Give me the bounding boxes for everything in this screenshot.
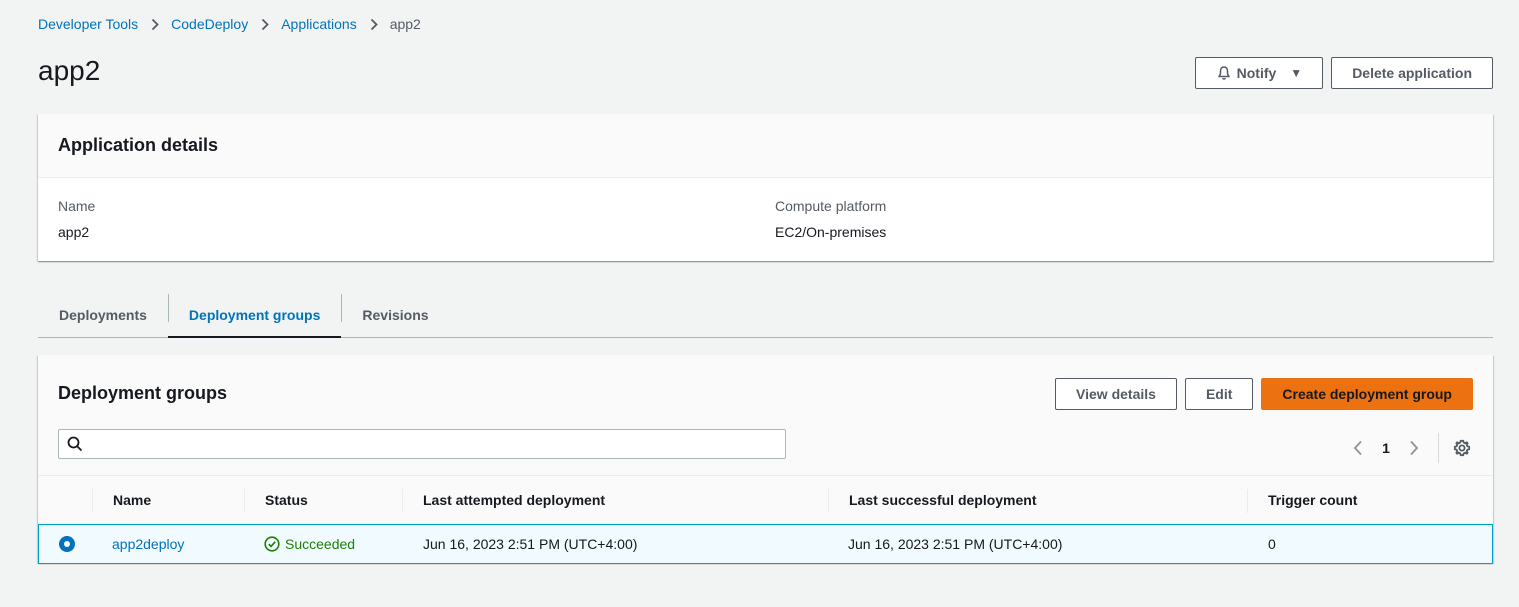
row-trigger-count-cell: 0 xyxy=(1268,536,1276,552)
column-divider xyxy=(1247,489,1248,513)
column-divider xyxy=(92,489,93,513)
page-number[interactable]: 1 xyxy=(1372,437,1400,459)
column-header-status[interactable]: Status xyxy=(265,476,308,524)
notify-button[interactable]: Notify ▼ xyxy=(1194,57,1324,89)
chevron-right-icon xyxy=(1409,440,1419,456)
search-box xyxy=(58,429,786,459)
column-divider xyxy=(828,489,829,513)
create-deployment-group-button[interactable]: Create deployment group xyxy=(1261,378,1473,410)
application-details-title: Application details xyxy=(58,135,219,155)
deployment-groups-header: Deployment groups View details Edit Crea… xyxy=(38,355,1493,475)
status-text: Succeeded xyxy=(285,536,356,552)
row-last-attempted-cell: Jun 16, 2023 2:51 PM (UTC+4:00) xyxy=(423,536,638,552)
column-header-last-attempted[interactable]: Last attempted deployment xyxy=(423,476,605,524)
column-header-last-successful[interactable]: Last successful deployment xyxy=(849,476,1037,524)
edit-button[interactable]: Edit xyxy=(1184,378,1254,410)
compute-platform-label: Compute platform xyxy=(775,198,887,214)
name-value: app2 xyxy=(58,224,90,240)
table-header: Name Status Last attempted deployment La… xyxy=(38,475,1493,524)
previous-page-button[interactable] xyxy=(1344,437,1372,459)
row-select-radio[interactable] xyxy=(59,536,75,552)
next-page-button[interactable] xyxy=(1400,437,1428,459)
breadcrumb-current: app2 xyxy=(389,16,421,32)
table-row[interactable]: app2deploy Succeeded Jun 16, 2023 2:51 P… xyxy=(38,524,1493,564)
pagination: 1 xyxy=(1344,433,1473,463)
column-header-name[interactable]: Name xyxy=(113,476,151,524)
view-details-button[interactable]: View details xyxy=(1055,378,1177,410)
breadcrumb-applications[interactable]: Applications xyxy=(281,16,357,32)
tab-deployment-groups[interactable]: Deployment groups xyxy=(167,293,342,338)
application-details-header: Application details xyxy=(38,114,1493,178)
tab-revisions[interactable]: Revisions xyxy=(341,293,449,337)
chevron-right-icon xyxy=(261,18,269,31)
gear-icon xyxy=(1453,439,1471,457)
row-name-cell: app2deploy xyxy=(112,525,184,563)
check-circle-icon xyxy=(264,536,280,552)
deployment-groups-actions: View details Edit Create deployment grou… xyxy=(1055,378,1473,410)
header-actions: Notify ▼ Delete application xyxy=(1194,57,1493,89)
status-badge: Succeeded xyxy=(264,536,355,552)
caret-down-icon: ▼ xyxy=(1290,66,1303,80)
compute-platform-value: EC2/On-premises xyxy=(775,224,887,240)
name-label: Name xyxy=(58,198,96,214)
name-field: Name app2 xyxy=(58,196,95,242)
page-title: app2 xyxy=(38,55,101,86)
compute-platform-field: Compute platform EC2/On-premises xyxy=(775,196,886,242)
tab-bar: Deployments Deployment groups Revisions xyxy=(38,293,1493,338)
preferences-button[interactable] xyxy=(1451,437,1473,459)
breadcrumb-developer-tools[interactable]: Developer Tools xyxy=(38,16,138,32)
chevron-right-icon xyxy=(151,18,159,31)
deployment-groups-title: Deployment groups xyxy=(58,383,228,403)
delete-application-button[interactable]: Delete application xyxy=(1331,57,1493,89)
pager-divider xyxy=(1438,433,1439,463)
application-details-panel: Application details Name app2 Compute pl… xyxy=(38,114,1493,261)
deployment-group-link[interactable]: app2deploy xyxy=(112,536,184,552)
search-input[interactable] xyxy=(89,431,785,457)
column-divider xyxy=(402,489,403,513)
search-icon xyxy=(67,436,83,452)
breadcrumb-codedeploy[interactable]: CodeDeploy xyxy=(171,16,248,32)
row-last-successful-cell: Jun 16, 2023 2:51 PM (UTC+4:00) xyxy=(848,536,1063,552)
notify-label: Notify xyxy=(1236,65,1277,81)
column-header-trigger-count[interactable]: Trigger count xyxy=(1268,476,1357,524)
column-divider xyxy=(244,489,245,513)
chevron-right-icon xyxy=(370,18,378,31)
deployment-groups-panel: Deployment groups View details Edit Crea… xyxy=(38,355,1493,564)
chevron-left-icon xyxy=(1353,440,1363,456)
row-status-cell: Succeeded xyxy=(264,525,355,563)
breadcrumb: Developer Tools CodeDeploy Applications … xyxy=(38,15,421,33)
tab-deployments[interactable]: Deployments xyxy=(38,293,168,337)
bell-icon xyxy=(1216,65,1232,81)
